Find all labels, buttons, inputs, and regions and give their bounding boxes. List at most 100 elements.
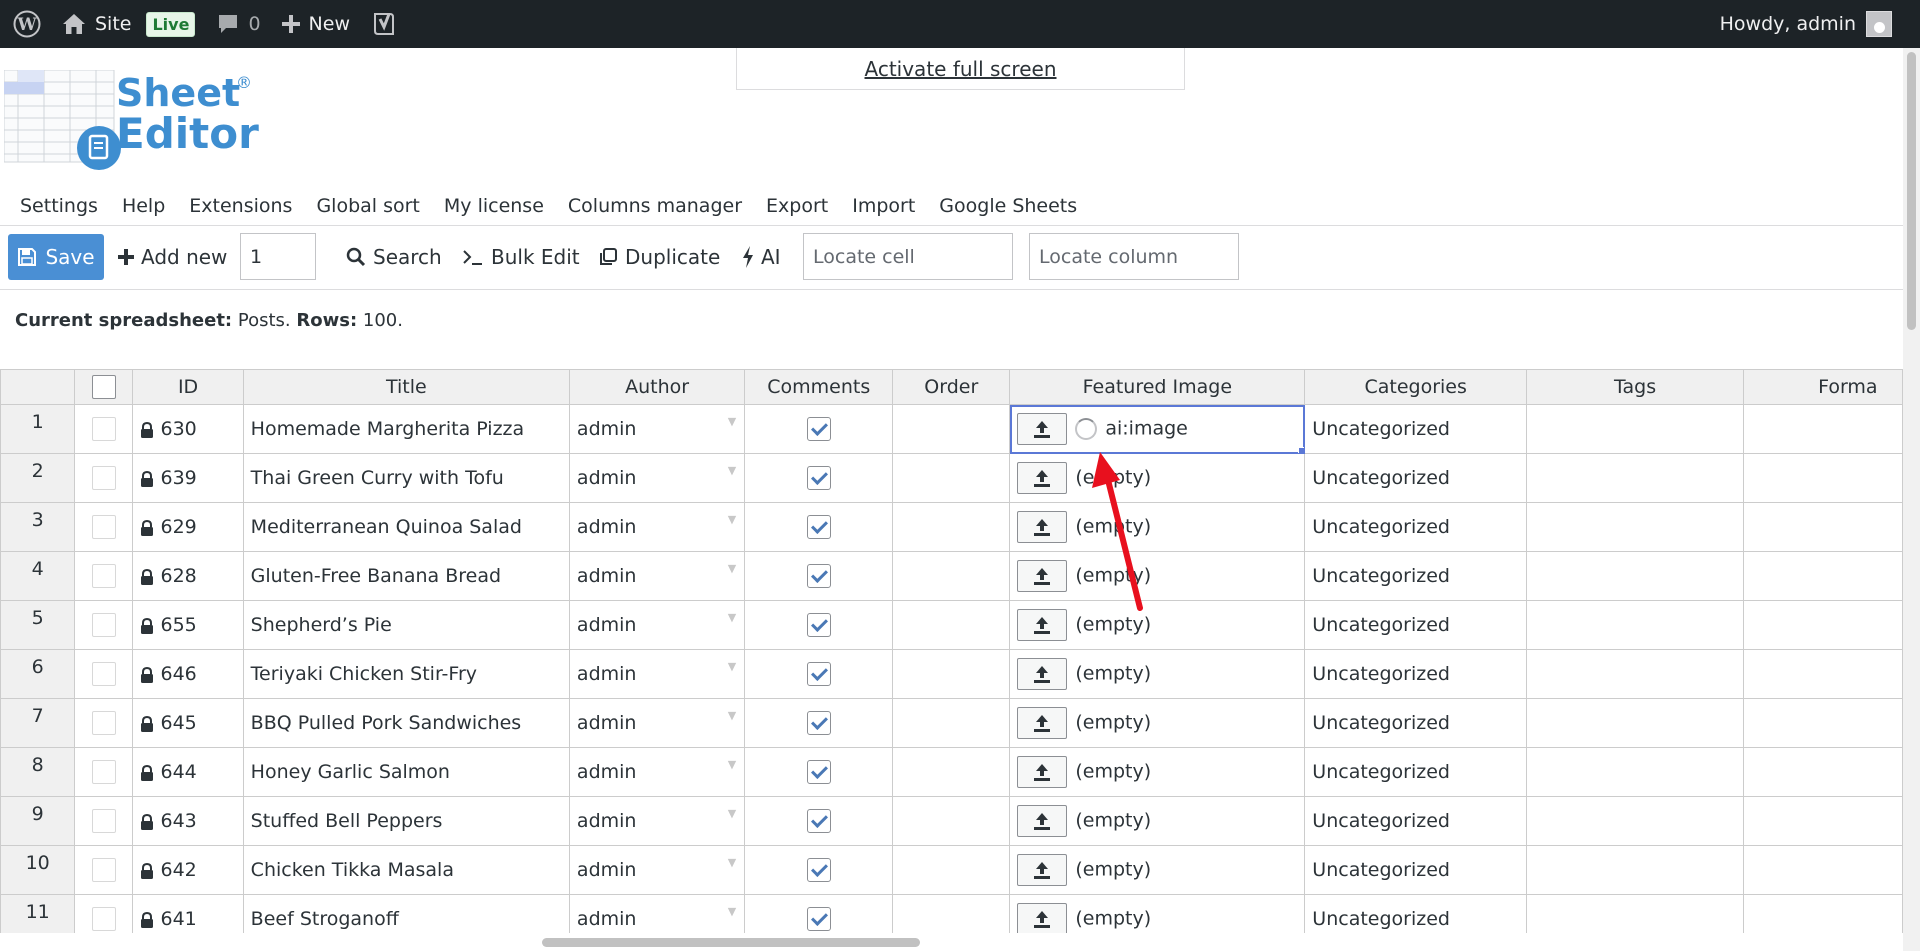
column-header-id[interactable]: ID [132, 369, 244, 405]
row-checkbox[interactable] [91, 515, 116, 539]
id-cell[interactable]: 645 [132, 698, 244, 748]
menu-item-import[interactable]: Import [852, 195, 915, 217]
upload-image-button[interactable] [1017, 511, 1068, 543]
menu-item-global-sort[interactable]: Global sort [316, 195, 419, 217]
dropdown-arrow-icon[interactable]: ▼ [728, 660, 736, 673]
dropdown-arrow-icon[interactable]: ▼ [728, 415, 736, 428]
upload-image-button[interactable] [1017, 805, 1068, 837]
bulk-edit-button[interactable]: Bulk Edit [462, 234, 580, 280]
author-cell[interactable]: admin ▼ [568, 747, 746, 797]
menu-item-google-sheets[interactable]: Google Sheets [939, 195, 1077, 217]
format-cell[interactable] [1743, 845, 1903, 895]
new-content-menu[interactable]: New [273, 0, 358, 48]
select-all-checkbox[interactable] [91, 375, 116, 399]
upload-image-button[interactable] [1017, 854, 1068, 886]
order-cell[interactable] [892, 747, 1011, 797]
id-cell[interactable]: 646 [132, 649, 244, 699]
save-button[interactable]: Save [8, 234, 104, 280]
title-cell[interactable]: Honey Garlic Salmon [242, 747, 570, 797]
dropdown-arrow-icon[interactable]: ▼ [728, 758, 736, 771]
author-cell[interactable]: admin ▼ [568, 649, 746, 699]
locate-cell-input[interactable] [803, 233, 1013, 280]
column-header-comments[interactable]: Comments [744, 369, 894, 405]
comments-checkbox[interactable] [806, 858, 831, 882]
dropdown-arrow-icon[interactable]: ▼ [728, 464, 736, 477]
author-cell[interactable]: admin ▼ [568, 845, 746, 895]
categories-cell[interactable]: Uncategorized [1304, 796, 1528, 846]
row-checkbox[interactable] [91, 417, 116, 441]
add-count-input[interactable] [240, 233, 316, 280]
categories-cell[interactable]: Uncategorized [1304, 551, 1528, 601]
row-checkbox[interactable] [91, 711, 116, 735]
tags-cell[interactable] [1526, 551, 1745, 601]
fill-handle[interactable] [1298, 447, 1304, 453]
featured-image-cell[interactable]: (empty) [1009, 845, 1306, 895]
format-cell[interactable] [1743, 551, 1903, 601]
upload-image-button[interactable] [1017, 413, 1068, 445]
row-checkbox[interactable] [91, 564, 116, 588]
order-cell[interactable] [892, 894, 1011, 933]
featured-image-cell[interactable]: (empty) [1009, 600, 1306, 650]
featured-image-cell[interactable]: (empty) [1009, 698, 1306, 748]
format-cell[interactable] [1743, 649, 1903, 699]
author-cell[interactable]: admin ▼ [568, 502, 746, 552]
upload-image-button[interactable] [1017, 903, 1068, 933]
menu-item-columns-manager[interactable]: Columns manager [568, 195, 742, 217]
upload-image-button[interactable] [1017, 658, 1068, 690]
title-cell[interactable]: Homemade Margherita Pizza [242, 404, 570, 454]
featured-image-cell[interactable]: (empty) [1009, 551, 1306, 601]
vertical-scrollbar-thumb[interactable] [1907, 52, 1916, 330]
categories-cell[interactable]: Uncategorized [1304, 698, 1528, 748]
featured-image-cell[interactable]: (empty) [1009, 747, 1306, 797]
comments-checkbox[interactable] [806, 711, 831, 735]
title-cell[interactable]: Stuffed Bell Peppers [242, 796, 570, 846]
site-menu[interactable]: Site Live [52, 0, 203, 48]
menu-item-help[interactable]: Help [122, 195, 165, 217]
upload-image-button[interactable] [1017, 707, 1068, 739]
author-cell[interactable]: admin ▼ [568, 894, 746, 933]
column-header-tags[interactable]: Tags [1526, 369, 1745, 405]
comments-checkbox[interactable] [806, 564, 831, 588]
wordpress-logo-icon[interactable]: W [2, 0, 52, 48]
format-cell[interactable] [1743, 747, 1903, 797]
comments-checkbox[interactable] [806, 760, 831, 784]
featured-image-cell[interactable]: (empty) [1009, 894, 1306, 933]
upload-image-button[interactable] [1017, 560, 1068, 592]
format-cell[interactable] [1743, 502, 1903, 552]
tags-cell[interactable] [1526, 453, 1745, 503]
id-cell[interactable]: 643 [132, 796, 244, 846]
categories-cell[interactable]: Uncategorized [1304, 747, 1528, 797]
row-checkbox[interactable] [91, 858, 116, 882]
categories-cell[interactable]: Uncategorized [1304, 894, 1528, 933]
comments-checkbox[interactable] [806, 417, 831, 441]
comments-checkbox[interactable] [806, 907, 831, 931]
id-cell[interactable]: 641 [132, 894, 244, 933]
id-cell[interactable]: 655 [132, 600, 244, 650]
column-header-featured-image[interactable]: Featured Image [1009, 369, 1306, 405]
menu-item-extensions[interactable]: Extensions [189, 195, 292, 217]
tags-cell[interactable] [1526, 600, 1745, 650]
order-cell[interactable] [892, 551, 1011, 601]
dropdown-arrow-icon[interactable]: ▼ [728, 709, 736, 722]
author-cell[interactable]: admin ▼ [568, 551, 746, 601]
locate-column-input[interactable] [1029, 233, 1239, 280]
tags-cell[interactable] [1526, 845, 1745, 895]
add-new-button[interactable]: Add new [118, 234, 227, 280]
menu-item-my-license[interactable]: My license [444, 195, 544, 217]
menu-item-export[interactable]: Export [766, 195, 828, 217]
tags-cell[interactable] [1526, 894, 1745, 933]
featured-image-cell[interactable]: (empty) [1009, 796, 1306, 846]
order-cell[interactable] [892, 404, 1011, 454]
categories-cell[interactable]: Uncategorized [1304, 649, 1528, 699]
categories-cell[interactable]: Uncategorized [1304, 502, 1528, 552]
activate-fullscreen-link[interactable]: Activate full screen [865, 57, 1057, 81]
title-cell[interactable]: Thai Green Curry with Tofu [242, 453, 570, 503]
comments-checkbox[interactable] [806, 809, 831, 833]
id-cell[interactable]: 639 [132, 453, 244, 503]
column-header-format[interactable]: Forma [1743, 369, 1903, 405]
menu-item-settings[interactable]: Settings [20, 195, 98, 217]
tags-cell[interactable] [1526, 747, 1745, 797]
dropdown-arrow-icon[interactable]: ▼ [728, 905, 736, 918]
id-cell[interactable]: 629 [132, 502, 244, 552]
horizontal-scrollbar-thumb[interactable] [542, 938, 920, 947]
